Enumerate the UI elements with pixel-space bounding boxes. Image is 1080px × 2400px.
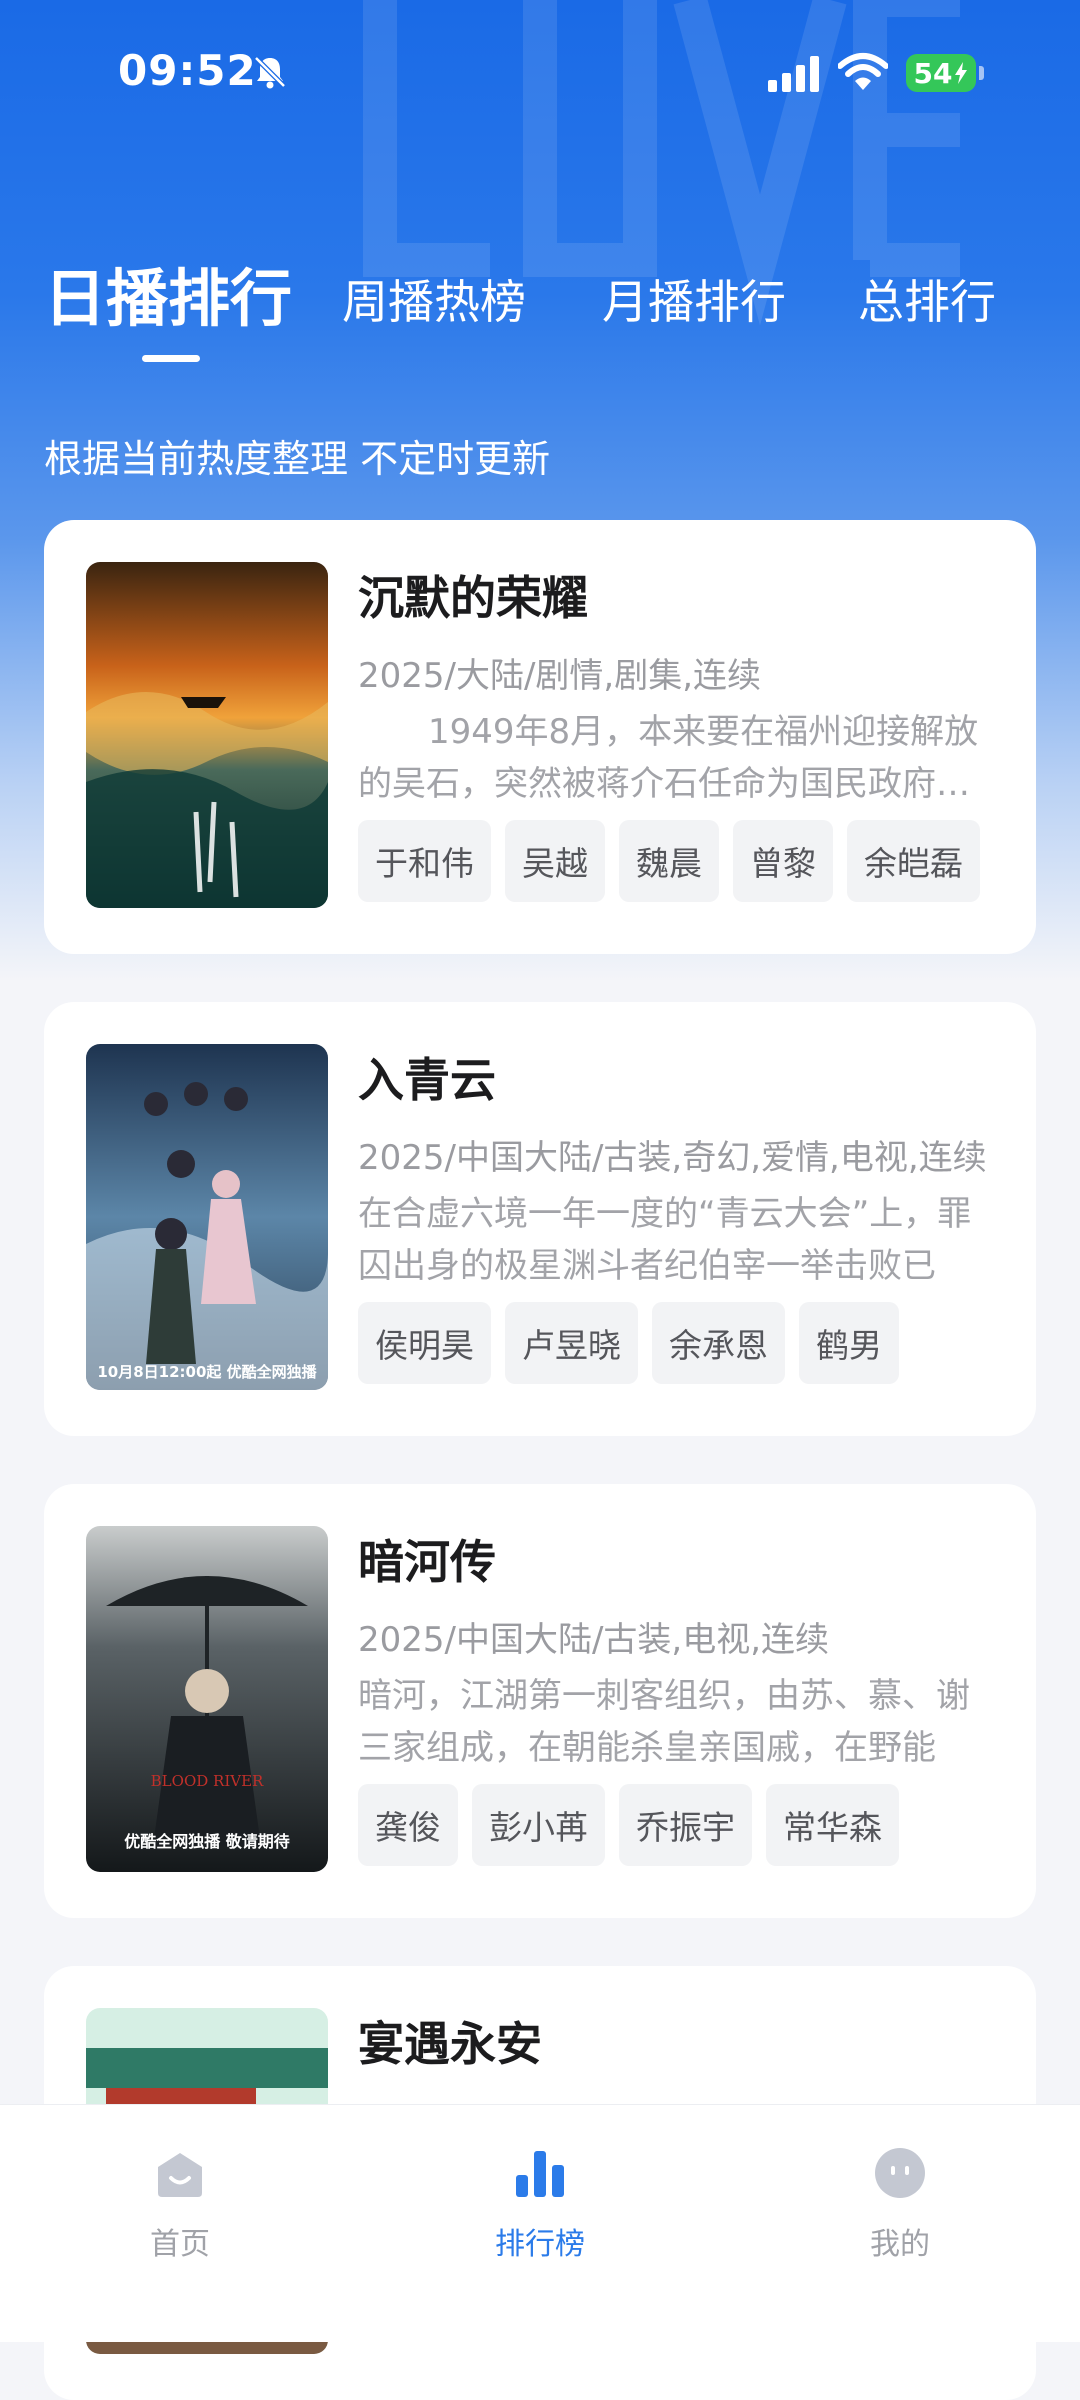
poster-image[interactable]: BLOOD RIVER 优酷全网独播 敬请期待 <box>86 1526 328 1872</box>
show-meta: 2025/中国大陆/古装,奇幻,爱情,电视,连续 <box>358 1138 987 1178</box>
poster-image[interactable] <box>86 562 328 908</box>
cast-list: 龚俊 彭小苒 乔振宇 常华森 <box>358 1784 899 1866</box>
cast-tag[interactable]: 吴越 <box>505 820 605 902</box>
home-icon <box>158 2153 202 2197</box>
nav-home[interactable]: 首页 <box>80 2129 280 2262</box>
cast-tag[interactable]: 龚俊 <box>358 1784 458 1866</box>
signal-icon <box>768 56 819 92</box>
show-description: 暗河，江湖第一刺客组织，由苏、慕、谢三家组成，在朝能杀皇亲国戚，在野能 <box>358 1676 970 1768</box>
profile-icon <box>875 2148 925 2198</box>
show-meta: 2025/中国大陆/古装,电视,连续 <box>358 1620 830 1660</box>
wifi-icon <box>838 53 888 90</box>
ranking-card[interactable]: 10月8日12:00起 优酷全网独播 入青云 2025/中国大陆/古装,奇幻,爱… <box>44 1002 1036 1436</box>
status-time: 09:52 <box>118 46 257 95</box>
cast-tag[interactable]: 侯明昊 <box>358 1302 491 1384</box>
active-tab-indicator <box>142 355 200 362</box>
poster-caption: 10月8日12:00起 优酷全网独播 <box>97 1363 317 1381</box>
nav-ranking[interactable]: 排行榜 <box>440 2129 640 2262</box>
cast-list: 于和伟 吴越 魏晨 曾黎 余皑磊 <box>358 820 980 902</box>
ranking-card[interactable]: 沉默的荣耀 2025/大陆/剧情,剧集,连续 1949年8月，本来要在福州迎接解… <box>44 520 1036 954</box>
cast-tag[interactable]: 鹤男 <box>799 1302 899 1384</box>
show-title[interactable]: 宴遇永安 <box>358 2008 542 2074</box>
charging-icon <box>955 62 968 84</box>
ranking-icon <box>516 2151 564 2197</box>
nav-profile[interactable]: 我的 <box>800 2129 1000 2262</box>
show-description-text: 1949年8月，本来要在福州迎接解放的吴石，突然被蒋介石任命为国民政府国防部参谋… <box>358 712 979 804</box>
battery-nub <box>979 66 984 80</box>
svg-text:BLOOD RIVER: BLOOD RIVER <box>151 1772 264 1790</box>
cast-tag[interactable]: 常华森 <box>766 1784 899 1866</box>
show-title[interactable]: 入青云 <box>358 1044 496 1110</box>
cast-tag[interactable]: 卢昱晓 <box>505 1302 638 1384</box>
cast-tag[interactable]: 乔振宇 <box>619 1784 752 1866</box>
show-title[interactable]: 沉默的荣耀 <box>358 562 588 628</box>
cast-tag[interactable]: 于和伟 <box>358 820 491 902</box>
battery-indicator: 54 <box>906 54 976 92</box>
cast-tag[interactable]: 余皑磊 <box>847 820 980 902</box>
tab-total[interactable]: 总排行 <box>858 266 996 332</box>
cast-tag[interactable]: 余承恩 <box>652 1302 785 1384</box>
poster-caption: 优酷全网独播 敬请期待 <box>124 1832 290 1851</box>
tab-weekly[interactable]: 周播热榜 <box>342 266 526 332</box>
cast-tag[interactable]: 彭小苒 <box>472 1784 605 1866</box>
show-title[interactable]: 暗河传 <box>358 1526 496 1592</box>
show-description: 1949年8月，本来要在福州迎接解放的吴石，突然被蒋介石任命为国民政府国防部参谋… <box>358 706 998 810</box>
nav-ranking-label: 排行榜 <box>495 2227 585 2262</box>
tab-daily[interactable]: 日播排行 <box>44 248 292 338</box>
poster-image[interactable]: 10月8日12:00起 优酷全网独播 <box>86 1044 328 1390</box>
battery-level: 54 <box>913 56 953 90</box>
cast-tag[interactable]: 曾黎 <box>733 820 833 902</box>
mute-bell-icon <box>254 56 286 89</box>
cast-tag[interactable]: 魏晨 <box>619 820 719 902</box>
page-subtitle: 根据当前热度整理 不定时更新 <box>44 437 551 481</box>
tab-monthly[interactable]: 月播排行 <box>602 266 786 332</box>
nav-profile-label: 我的 <box>870 2227 930 2262</box>
nav-home-label: 首页 <box>150 2227 210 2262</box>
show-description: 在合虚六境一年一度的“青云大会”上，罪囚出身的极星渊斗者纪伯宰一举击败已 <box>358 1194 972 1286</box>
show-meta: 2025/大陆/剧情,剧集,连续 <box>358 656 762 696</box>
bottom-nav: 首页 排行榜 我的 <box>0 2104 1080 2342</box>
ranking-card[interactable]: BLOOD RIVER 优酷全网独播 敬请期待 暗河传 2025/中国大陆/古装… <box>44 1484 1036 1918</box>
cast-list: 侯明昊 卢昱晓 余承恩 鹤男 <box>358 1302 899 1384</box>
